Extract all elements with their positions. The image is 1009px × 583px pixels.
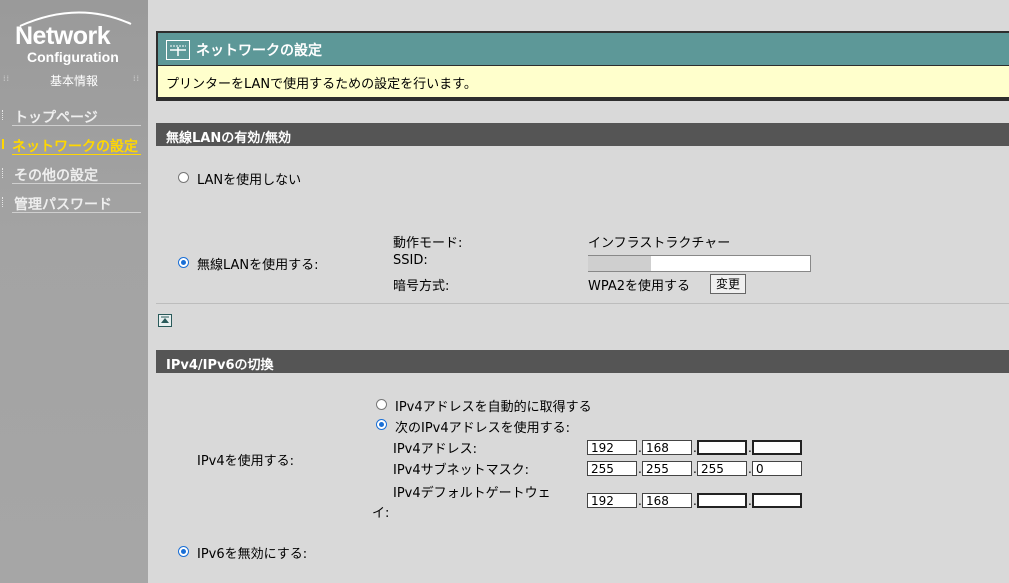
ipv4-gateway-label-1: IPv4デフォルトゲートウェ [393, 486, 551, 501]
bullet-icon [2, 197, 5, 207]
mode-label: 動作モード: [393, 236, 463, 251]
network-settings-icon [166, 40, 190, 60]
sidebar-item-label[interactable]: その他の設定 [14, 165, 98, 185]
radio-wlan-on[interactable] [178, 257, 189, 268]
sidebar-item-network[interactable]: ネットワークの設定 [0, 133, 145, 157]
title-bar: ネットワークの設定 [158, 33, 1009, 65]
ipv4-gateway-label-2: イ: [372, 506, 390, 521]
radio-ipv6-disable[interactable] [178, 546, 189, 557]
radio-ipv4-auto[interactable] [376, 399, 387, 410]
ipv4-gateway-octet-4[interactable] [752, 493, 802, 508]
logo-configuration: Configuration [27, 49, 119, 65]
radio-ipv6-disable-label: IPv6を無効にする: [197, 547, 308, 562]
radio-lan-off-label: LANを使用しない [197, 173, 302, 188]
radio-lan-off[interactable] [178, 172, 189, 183]
sidebar-item-top[interactable]: トップページ [0, 104, 145, 128]
ipv4-use-label: IPv4を使用する: [197, 454, 295, 469]
sidebar-section-label: 基本情報 [49, 74, 98, 88]
ipv4-mask-octet-4[interactable]: 0 [752, 461, 802, 476]
sidebar-item-password[interactable]: 管理パスワード [0, 191, 145, 215]
title-panel: ネットワークの設定 プリンターをLANで使用するための設定を行います。 [156, 31, 1009, 101]
ipv4-gateway-octet-1[interactable]: 192 [587, 493, 637, 508]
encryption-label: 暗号方式: [393, 279, 450, 294]
ipv4-mask-octet-1[interactable]: 255 [587, 461, 637, 476]
bullet-icon [2, 168, 5, 178]
main-content: ネットワークの設定 プリンターをLANで使用するための設定を行います。 無線LA… [148, 0, 1009, 583]
divider [12, 125, 141, 126]
ipv4-gateway-octet-3[interactable] [697, 493, 747, 508]
ipv4-address-octet-2[interactable]: 168 [642, 440, 692, 455]
page-description: プリンターをLANで使用するための設定を行います。 [166, 77, 477, 92]
ipv4-gateway-octet-2[interactable]: 168 [642, 493, 692, 508]
ssid-redacted [588, 256, 651, 271]
divider [12, 183, 141, 184]
divider [156, 303, 1009, 304]
section-title: IPv4/IPv6の切換 [166, 358, 274, 373]
radio-wlan-on-label: 無線LANを使用する: [197, 258, 319, 273]
dots-decor-icon: ⁞⁞ [133, 74, 141, 83]
sidebar-item-label[interactable]: トップページ [14, 107, 98, 127]
radio-ipv4-auto-label: IPv4アドレスを自動的に取得する [395, 400, 592, 415]
ipv4-address-label: IPv4アドレス: [393, 442, 478, 457]
back-to-top-icon[interactable] [158, 314, 172, 327]
section-title: 無線LANの有効/無効 [166, 131, 291, 146]
divider [12, 212, 141, 213]
section-header-wlan: 無線LANの有効/無効 [156, 123, 1009, 146]
logo-network: Network [15, 22, 111, 50]
section-header-ip: IPv4/IPv6の切換 [156, 350, 1009, 373]
ipv4-address-octet-4[interactable] [752, 440, 802, 455]
divider [12, 154, 141, 155]
sidebar-item-other[interactable]: その他の設定 [0, 162, 145, 186]
sidebar-item-label[interactable]: ネットワークの設定 [12, 136, 138, 156]
ipv4-address-octet-1[interactable]: 192 [587, 440, 637, 455]
description-bar: プリンターをLANで使用するための設定を行います。 [158, 66, 1009, 97]
encryption-value: WPA2を使用する [588, 279, 691, 294]
mode-value: インフラストラクチャー [588, 236, 731, 251]
radio-ipv4-manual[interactable] [376, 419, 387, 430]
ssid-label: SSID: [393, 253, 428, 268]
sidebar: Network Configuration ⁞⁞ 基本情報 ⁞⁞ トップページ … [0, 0, 148, 583]
ipv4-mask-octet-3[interactable]: 255 [697, 461, 747, 476]
bullet-icon [2, 110, 5, 120]
ipv4-mask-octet-2[interactable]: 255 [642, 461, 692, 476]
page-title: ネットワークの設定 [196, 43, 322, 59]
sidebar-item-label[interactable]: 管理パスワード [14, 194, 112, 214]
change-button[interactable]: 変更 [710, 274, 746, 294]
ipv4-mask-label: IPv4サブネットマスク: [393, 463, 530, 478]
ipv4-address-octet-3[interactable] [697, 440, 747, 455]
radio-ipv4-manual-label: 次のIPv4アドレスを使用する: [395, 421, 571, 436]
bullet-icon [2, 139, 6, 149]
